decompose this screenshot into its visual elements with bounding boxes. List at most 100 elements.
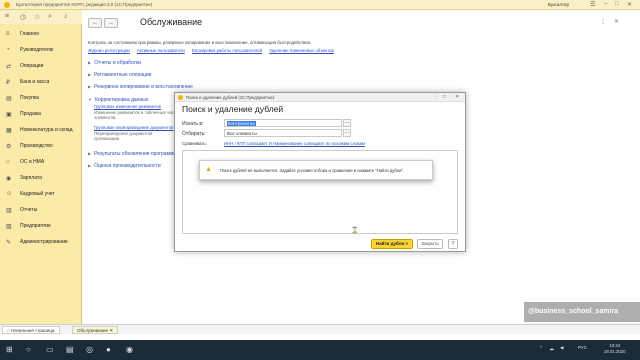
sidebar-item-operations[interactable]: ⇄ Операции	[0, 59, 82, 73]
sidebar-item-label: Покупка	[20, 95, 39, 101]
close-button[interactable]: Закрыть	[417, 239, 443, 249]
menu-icon[interactable]: ≡	[5, 13, 9, 20]
history-icon[interactable]: ◷	[20, 13, 26, 21]
group-repost-link[interactable]: Групповое перепроведение документов	[94, 125, 173, 130]
help-button[interactable]: ?	[448, 239, 458, 249]
sidebar-toolbar: ≡ ◷ ☆ ⌕ ♪	[0, 10, 82, 24]
dialog-maximize-icon[interactable]: □	[443, 94, 446, 100]
close-page-icon[interactable]: ✕	[614, 18, 619, 25]
sidebar-item-production[interactable]: ⚙ Производство	[0, 139, 82, 153]
search-in-value: Контрагенты	[227, 121, 256, 126]
sidebar-item-assets[interactable]: ⌂ ОС и НМА	[0, 155, 82, 169]
bell-icon[interactable]: ♪	[64, 13, 68, 20]
sidebar-item-label: Отчеты	[20, 207, 38, 213]
section-label: Отчеты и обработки	[94, 60, 141, 66]
filter-select-button[interactable]: ...	[343, 129, 351, 137]
sidebar-item-purchase[interactable]: ▤ Покупка	[0, 91, 82, 105]
sidebar-item-hr[interactable]: ☺ Кадровый учет	[0, 187, 82, 201]
chrome-icon[interactable]: ◎	[86, 345, 93, 354]
reports-icon: ▥	[6, 208, 12, 214]
system-clock[interactable]: 10:44 28.01.2020	[604, 343, 626, 355]
page-title: Обслуживание	[140, 17, 203, 27]
filter-field[interactable]: Все элементы	[224, 129, 342, 137]
notifications-icon[interactable]: ☰	[590, 1, 595, 8]
search-icon[interactable]: ○	[26, 345, 31, 354]
section-data-correction[interactable]: ▼ Корректировка данных	[88, 97, 148, 103]
tab-close-icon[interactable]: ✕	[109, 328, 113, 333]
salary-icon: ◉	[6, 176, 12, 182]
tab-maintenance[interactable]: Обслуживание ✕	[72, 326, 119, 334]
active-users-link[interactable]: Активные пользователи	[137, 48, 185, 53]
section-update-results[interactable]: ▶ Результаты обновления программы	[88, 151, 177, 157]
block-users-link[interactable]: Блокировка работы пользователей	[192, 48, 262, 53]
app-logo-icon	[178, 95, 183, 100]
admin-icon: ✎	[6, 240, 12, 246]
sidebar-item-main[interactable]: ≡ Главное	[0, 27, 82, 41]
dialog-menu-icon[interactable]: ⋮	[433, 94, 438, 100]
app-title: Бухгалтерия предприятия КОРП, редакция 3…	[16, 2, 153, 7]
volume-icon[interactable]: ◀	[560, 345, 563, 351]
sidebar-item-sales[interactable]: ▣ Продажа	[0, 107, 82, 121]
warehouse-icon: ▦	[6, 128, 12, 134]
event-log-link[interactable]: Журнал регистрации	[88, 48, 130, 53]
more-icon[interactable]: ⋮	[600, 18, 606, 25]
delete-marked-link[interactable]: Удаление помеченных объектов	[269, 48, 334, 53]
group-change-desc-2: элементов.	[94, 115, 117, 120]
group-repost-desc-2: организации.	[94, 136, 121, 141]
group-change-link[interactable]: Групповое изменение реквизитов	[94, 104, 161, 109]
sidebar-item-label: Кадровый учет	[20, 191, 55, 197]
results-grid[interactable]: ▲ Поиск дублей не выполнялся. Задайте ус…	[182, 150, 458, 234]
close-icon[interactable]: ✕	[627, 1, 632, 8]
dialog-heading: Поиск и удаление дублей	[182, 104, 284, 114]
minimize-icon[interactable]: –	[604, 1, 607, 7]
section-label: Резервное копирование и восстановление	[94, 84, 193, 90]
chevron-right-icon: ▶	[88, 163, 92, 168]
sidebar-item-bank[interactable]: ₽ Банк и касса	[0, 75, 82, 89]
chevron-down-icon: ▼	[88, 97, 92, 102]
language-indicator[interactable]: РУС	[578, 345, 587, 350]
warning-icon: ▲	[205, 166, 212, 173]
sidebar-item-warehouse[interactable]: ▦ Номенклатура и склад	[0, 123, 82, 137]
compare-conditions-link[interactable]: ИНН / КПП совпадает И Наименование совпа…	[224, 141, 365, 146]
section-routine[interactable]: ▶ Регламентные операции	[88, 72, 151, 78]
tray-arrow-icon[interactable]: ^	[540, 345, 542, 350]
search-in-field[interactable]: Контрагенты	[224, 119, 342, 127]
section-label: Регламентные операции	[94, 72, 152, 78]
compare-label: Сравнивать:	[182, 141, 207, 146]
favorites-icon[interactable]: ☆	[34, 13, 40, 21]
current-user[interactable]: Бухгалтер	[548, 2, 569, 7]
find-duplicates-button[interactable]: Найти дубли >	[371, 239, 413, 249]
1c-icon[interactable]: ●	[106, 345, 111, 354]
task-view-icon[interactable]: ▭	[46, 345, 54, 354]
network-icon[interactable]: ▂	[550, 345, 553, 351]
sidebar-item-reports[interactable]: ▥ Отчеты	[0, 203, 82, 217]
dialog-window-title: Поиск и удаление дублей (1С:Предприятие)	[186, 95, 275, 100]
sidebar-item-admin[interactable]: ✎ Администрирование	[0, 235, 82, 249]
maximize-icon[interactable]: □	[615, 1, 619, 7]
sidebar-item-enterprise[interactable]: ▧ Предприятие	[0, 219, 82, 233]
sidebar-item-label: Администрирование	[20, 239, 68, 245]
purchase-icon: ▤	[6, 96, 12, 102]
sidebar-item-label: Банк и касса	[20, 79, 50, 85]
search-in-select-button[interactable]: ...	[343, 119, 351, 127]
chevron-right-icon: ▶	[88, 151, 92, 156]
recorder-icon[interactable]: ◉	[126, 345, 133, 354]
forward-button[interactable]: →	[104, 18, 118, 28]
sidebar-item-label: Главное	[20, 31, 40, 37]
hr-icon: ☺	[6, 191, 13, 197]
back-button[interactable]: ←	[88, 18, 102, 28]
section-performance[interactable]: ▶ Оценка производительности	[88, 163, 161, 169]
explorer-icon[interactable]: ▤	[66, 345, 74, 354]
tab-label: Начальная страница	[10, 328, 55, 333]
sidebar-item-salary[interactable]: ◉ Зарплата	[0, 171, 82, 185]
section-reports[interactable]: ▶ Отчеты и обработки	[88, 60, 141, 66]
sidebar-item-label: Зарплата	[20, 175, 42, 181]
sidebar-item-manager[interactable]: ◔ Руководителю	[0, 43, 82, 57]
section-backup[interactable]: ▶ Резервное копирование и восстановление	[88, 84, 193, 90]
search-icon[interactable]: ⌕	[48, 13, 52, 21]
sidebar-item-label: Номенклатура и склад	[20, 127, 73, 133]
app-titlebar: Бухгалтерия предприятия КОРП, редакция 3…	[0, 0, 640, 10]
start-icon[interactable]: ⊞	[6, 345, 13, 354]
dialog-close-icon[interactable]: ✕	[455, 94, 459, 100]
tab-home[interactable]: ⌂ Начальная страница	[2, 326, 60, 334]
